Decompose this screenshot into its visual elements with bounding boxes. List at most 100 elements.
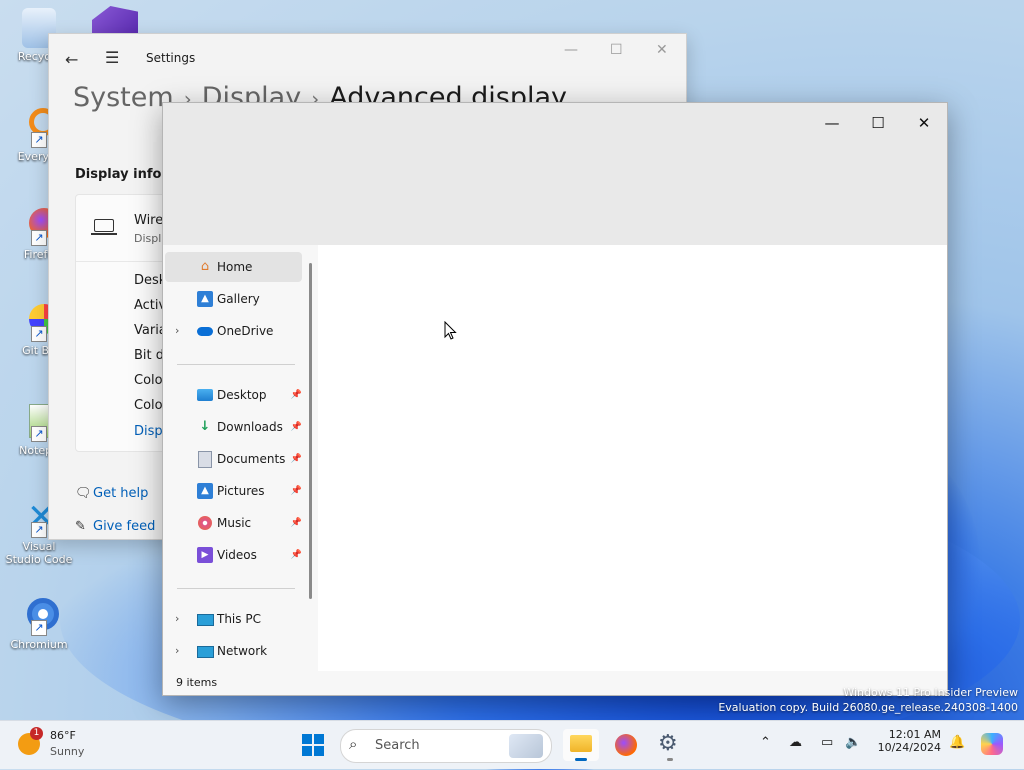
- documents-icon: [197, 451, 213, 468]
- minimize-icon[interactable]: —: [564, 42, 578, 58]
- close-icon: ✕: [917, 114, 931, 132]
- network-icon[interactable]: ▭: [821, 735, 833, 750]
- music-icon: [197, 515, 213, 531]
- info-row: Colo: [134, 398, 163, 413]
- menu-icon[interactable]: ☰: [105, 48, 119, 67]
- desktop-icon-chromium[interactable]: ↗ Chromium: [4, 596, 74, 651]
- volume-icon[interactable]: 🔈: [845, 735, 861, 750]
- close-icon[interactable]: ✕: [656, 42, 668, 58]
- back-arrow-icon[interactable]: ←: [65, 50, 78, 69]
- navigation-pane: ⌂ Home ▲ Gallery › OneDrive Desktop 📌 ↓ …: [163, 245, 318, 671]
- nav-item-home[interactable]: ⌂ Home: [165, 252, 302, 282]
- nav-item-downloads[interactable]: ↓ Downloads 📌: [165, 412, 302, 442]
- nav-item-desktop[interactable]: Desktop 📌: [165, 380, 302, 410]
- shortcut-arrow-icon: ↗: [31, 326, 47, 342]
- pin-icon[interactable]: 📌: [291, 444, 302, 474]
- info-row: Bit d: [134, 348, 165, 363]
- breadcrumb-system[interactable]: System: [73, 82, 174, 113]
- chevron-up-icon[interactable]: ⌃: [760, 735, 771, 750]
- search-placeholder: Search: [375, 738, 420, 753]
- feedback-icon: ✎: [75, 519, 86, 534]
- weather-temp: 86°F: [50, 729, 76, 742]
- desktop-folder-icon: [197, 387, 213, 403]
- chevron-right-icon[interactable]: ›: [175, 636, 179, 666]
- search-highlight-image: [509, 734, 543, 758]
- clock-time: 12:01 AM: [888, 728, 941, 741]
- pin-icon[interactable]: 📌: [291, 476, 302, 506]
- chevron-right-icon[interactable]: ›: [175, 604, 179, 634]
- pin-icon[interactable]: 📌: [291, 380, 302, 410]
- start-button[interactable]: [302, 734, 324, 756]
- nav-item-label: Desktop: [217, 388, 267, 402]
- gallery-icon: ▲: [197, 291, 213, 307]
- taskbar-settings[interactable]: ⚙: [652, 729, 688, 761]
- firefox-icon: [615, 734, 637, 756]
- close-button[interactable]: ✕: [901, 109, 947, 137]
- nav-item-pictures[interactable]: ▲ Pictures 📌: [165, 476, 302, 506]
- minimize-button[interactable]: —: [809, 109, 855, 137]
- nav-item-label: Home: [217, 260, 253, 274]
- explorer-title-area[interactable]: — ☐ ✕: [163, 103, 947, 245]
- nav-divider: [177, 364, 295, 365]
- nav-item-network[interactable]: › Network: [165, 636, 302, 666]
- nav-item-label: Network: [217, 644, 268, 658]
- notification-bell-icon[interactable]: 🔔: [949, 735, 965, 750]
- nav-item-label: Videos: [217, 548, 257, 562]
- running-indicator: [667, 758, 673, 761]
- pin-icon[interactable]: 📌: [291, 508, 302, 538]
- nav-item-gallery[interactable]: ▲ Gallery: [165, 284, 302, 314]
- settings-app-title: Settings: [146, 51, 196, 65]
- nav-item-label: Downloads: [217, 420, 283, 434]
- maximize-button[interactable]: ☐: [855, 109, 901, 137]
- file-list-area[interactable]: [318, 245, 947, 671]
- get-help-link[interactable]: 🗨Get help: [75, 486, 148, 501]
- item-count: 9 items: [176, 676, 218, 689]
- settings-titlebar[interactable]: ← ☰ Settings — ☐ ✕: [49, 34, 686, 82]
- active-indicator: [575, 758, 587, 761]
- maximize-icon[interactable]: ☐: [610, 42, 623, 58]
- status-bar: 9 items: [163, 671, 947, 695]
- search-icon: ⌕: [349, 735, 358, 753]
- nav-item-this-pc[interactable]: › This PC: [165, 604, 302, 634]
- copilot-icon[interactable]: [981, 733, 1003, 755]
- cloud-offline-icon[interactable]: ☁: [789, 735, 802, 750]
- maximize-icon: ☐: [871, 114, 885, 132]
- visual-studio-icon[interactable]: [92, 6, 138, 34]
- watermark-line2: Evaluation copy. Build 26080.ge_release.…: [718, 701, 1018, 714]
- this-pc-icon: [197, 611, 214, 627]
- nav-item-label: Documents: [217, 452, 286, 466]
- pictures-icon: ▲: [197, 483, 213, 499]
- shortcut-arrow-icon: ↗: [31, 522, 47, 538]
- nav-item-label: Pictures: [217, 484, 265, 498]
- taskbar-search[interactable]: ⌕ Search: [340, 729, 552, 763]
- watermark-line1: Windows 11 Pro Insider Preview: [843, 686, 1018, 699]
- give-feedback-link[interactable]: ✎ Give feed: [75, 519, 155, 534]
- clock-date: 10/24/2024: [877, 741, 941, 754]
- display-subtitle: Displ: [134, 232, 162, 245]
- nav-item-music[interactable]: Music 📌: [165, 508, 302, 538]
- shortcut-arrow-icon: ↗: [31, 230, 47, 246]
- mouse-cursor-icon: [444, 321, 457, 340]
- taskbar-file-explorer[interactable]: [563, 729, 599, 761]
- nav-item-label: OneDrive: [217, 324, 274, 338]
- nav-item-documents[interactable]: Documents 📌: [165, 444, 302, 474]
- network-icon: [197, 643, 214, 659]
- clock[interactable]: 12:01 AM 10/24/2024: [873, 728, 941, 754]
- nav-item-onedrive[interactable]: › OneDrive: [165, 316, 302, 346]
- display-adapter-link[interactable]: Disp: [134, 424, 163, 439]
- monitor-icon: [91, 219, 117, 235]
- nav-item-videos[interactable]: ▶ Videos 📌: [165, 540, 302, 570]
- onedrive-icon: [197, 323, 213, 339]
- nav-item-label: Music: [217, 516, 252, 530]
- pin-icon[interactable]: 📌: [291, 540, 302, 570]
- shortcut-arrow-icon: ↗: [31, 620, 47, 636]
- nav-scrollbar[interactable]: [309, 263, 312, 599]
- file-explorer-window[interactable]: — ☐ ✕ ⌂ Home ▲ Gallery › OneDrive Deskto…: [162, 102, 948, 696]
- chromium-icon: ↗: [19, 596, 59, 636]
- nav-item-label: Gallery: [217, 292, 260, 306]
- pin-icon[interactable]: 📌: [291, 412, 302, 442]
- taskbar-firefox[interactable]: [608, 729, 644, 761]
- get-help-label: Get help: [93, 486, 149, 501]
- give-feedback-label: Give feed: [93, 519, 156, 534]
- chevron-right-icon[interactable]: ›: [175, 316, 179, 346]
